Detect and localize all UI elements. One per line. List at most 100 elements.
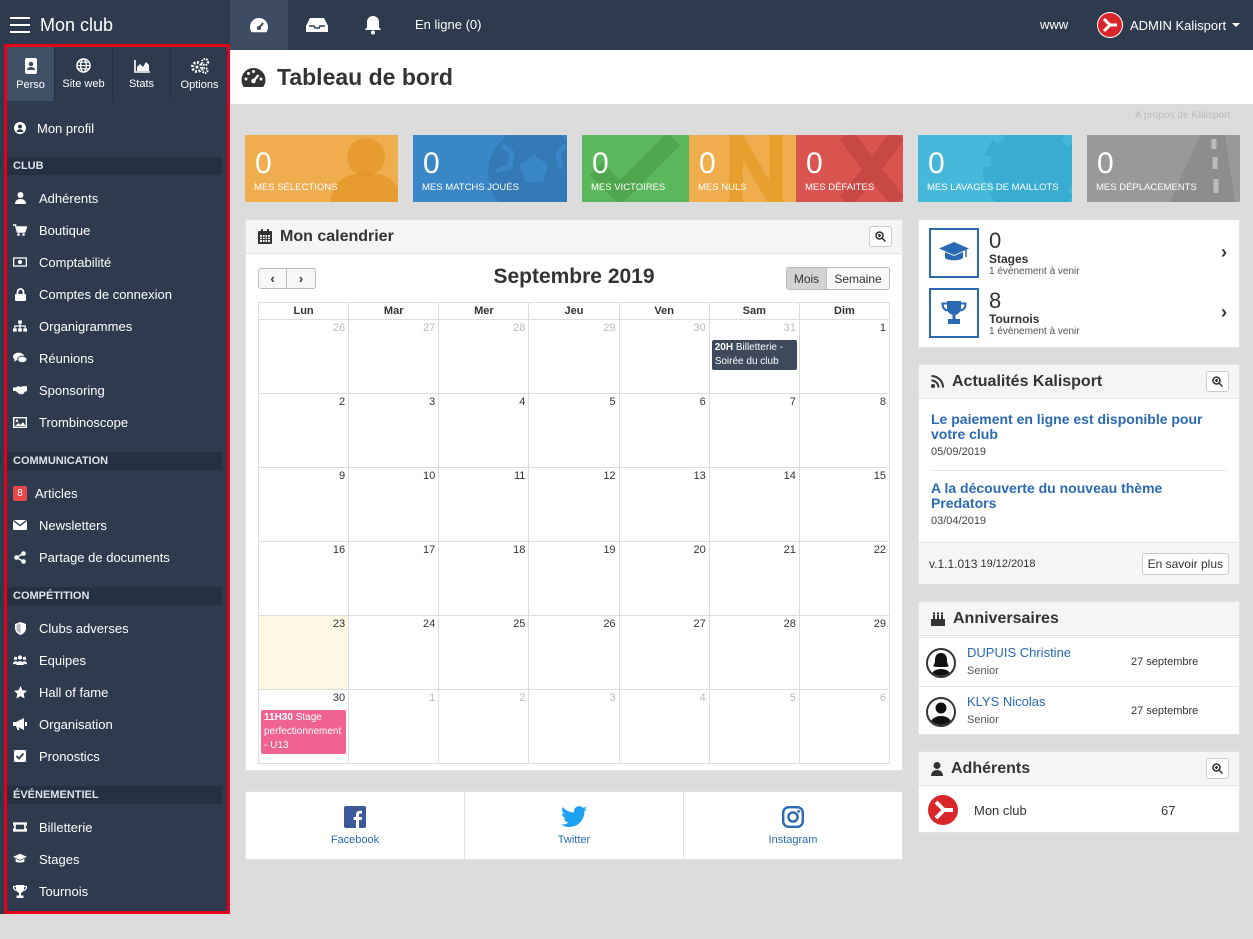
tile-defaites[interactable]: 0 MES DÉFAITES xyxy=(796,135,903,202)
calendar-day[interactable]: 28 xyxy=(438,319,530,394)
calendar-day[interactable]: 26 xyxy=(528,615,620,690)
sidebar-item-reunions[interactable]: Réunions xyxy=(13,348,94,368)
tab-options[interactable]: Options xyxy=(171,47,229,101)
more-button[interactable]: En savoir plus xyxy=(1141,553,1229,575)
www-link[interactable]: www xyxy=(1040,17,1068,32)
sidebar-item-billetterie[interactable]: Billetterie xyxy=(13,817,92,837)
bell-icon[interactable] xyxy=(344,0,402,50)
calendar-day[interactable]: 30 11H30 Stage perfectionnement - U13 xyxy=(257,689,350,764)
calendar-day[interactable]: 18 xyxy=(438,541,530,616)
calendar-day[interactable]: 1 xyxy=(348,689,440,764)
calendar-day[interactable]: 27 xyxy=(618,615,710,690)
calendar-day[interactable]: 16 xyxy=(257,541,350,616)
tournois-summary[interactable]: 8 Tournois 1 évènement à venir xyxy=(929,288,1080,338)
calendar-day[interactable]: 9 xyxy=(257,467,350,542)
calendar-day[interactable]: 22 xyxy=(798,541,891,616)
sidebar-item-organisation[interactable]: Organisation xyxy=(13,714,113,734)
calendar-day[interactable]: 29 xyxy=(798,615,891,690)
sidebar-item-hall-of-fame[interactable]: Hall of fame xyxy=(13,682,108,702)
tab-stats[interactable]: Stats xyxy=(113,47,171,101)
sidebar-item-sponsoring[interactable]: Sponsoring xyxy=(13,380,105,400)
sidebar-item-boutique[interactable]: Boutique xyxy=(13,220,90,240)
sidebar-item-partage[interactable]: Partage de documents xyxy=(13,547,170,567)
calendar-day[interactable]: 6 xyxy=(798,689,891,764)
calendar-day[interactable]: 30 xyxy=(618,319,710,394)
calendar-day[interactable]: 6 xyxy=(618,393,710,468)
twitter-link[interactable]: Twitter xyxy=(465,792,684,859)
calendar-day[interactable]: 14 xyxy=(708,467,800,542)
calendar-day-today[interactable]: 23 xyxy=(257,615,350,690)
tab-site-web[interactable]: Site web xyxy=(55,47,113,101)
calendar-day[interactable]: 29 xyxy=(528,319,620,394)
calendar-day[interactable]: 26 xyxy=(257,319,350,394)
inbox-icon[interactable] xyxy=(288,0,346,50)
zoom-button[interactable] xyxy=(1206,758,1229,779)
zoom-button[interactable] xyxy=(869,226,892,247)
calendar-event-stage[interactable]: 11H30 Stage perfectionnement - U13 xyxy=(261,710,347,754)
members-club[interactable]: Mon club xyxy=(974,803,1027,818)
calendar-day[interactable]: 3 xyxy=(528,689,620,764)
calendar-day[interactable]: 12 xyxy=(528,467,620,542)
stages-summary[interactable]: 0 Stages 1 évènement à venir xyxy=(929,228,1080,278)
sidebar-item-organigrammes[interactable]: Organigrammes xyxy=(13,316,132,336)
tile-lavages[interactable]: 0 MES LAVAGES DE MAILLOTS xyxy=(918,135,1072,202)
calendar-day[interactable]: 4 xyxy=(438,393,530,468)
sidebar-item-pronostics[interactable]: Pronostics xyxy=(13,746,100,766)
sidebar-item-comptabilite[interactable]: Comptabilité xyxy=(13,252,111,272)
tab-perso[interactable]: Perso xyxy=(7,47,55,101)
calendar-day[interactable]: 28 xyxy=(708,615,800,690)
instagram-link[interactable]: Instagram xyxy=(684,792,902,859)
about-link[interactable]: A propos de Kalisport xyxy=(1135,110,1230,121)
calendar-day[interactable]: 15 xyxy=(798,467,891,542)
sidebar-item-comptes[interactable]: Comptes de connexion xyxy=(13,284,172,304)
calendar-day[interactable]: 2 xyxy=(438,689,530,764)
tile-victoires[interactable]: 0 MES VICTOIRES xyxy=(582,135,690,202)
calendar-day[interactable]: 8 xyxy=(798,393,891,468)
sidebar-item-newsletters[interactable]: Newsletters xyxy=(13,515,107,535)
menu-icon[interactable] xyxy=(10,17,30,33)
calendar-day[interactable]: 31 20H Billetterie - Soirée du club xyxy=(708,319,800,394)
calendar-day[interactable]: 25 xyxy=(438,615,530,690)
user-menu[interactable]: ADMIN Kalisport xyxy=(1097,11,1241,39)
calendar-day[interactable]: 4 xyxy=(618,689,710,764)
sidebar-item-clubs-adverses[interactable]: Clubs adverses xyxy=(13,618,129,638)
calendar-day[interactable]: 3 xyxy=(348,393,440,468)
calendar-day[interactable]: 27 xyxy=(348,319,440,394)
calendar-day[interactable]: 21 xyxy=(708,541,800,616)
birthday-name[interactable]: KLYS Nicolas xyxy=(967,694,1046,709)
view-week-button[interactable]: Semaine xyxy=(827,267,890,290)
calendar-day[interactable]: 24 xyxy=(348,615,440,690)
chevron-right-icon[interactable]: › xyxy=(1221,302,1227,323)
news-link[interactable]: Le paiement en ligne est disponible pour… xyxy=(931,412,1227,442)
sidebar-item-stages[interactable]: Stages xyxy=(13,849,79,869)
sidebar-item-profile[interactable]: Mon profil xyxy=(13,118,94,138)
sidebar-item-tournois[interactable]: Tournois xyxy=(13,881,88,901)
calendar-day[interactable]: 19 xyxy=(528,541,620,616)
calendar-day[interactable]: 7 xyxy=(708,393,800,468)
facebook-link[interactable]: Facebook xyxy=(246,792,465,859)
tile-deplacements[interactable]: 0 MES DÉPLACEMENTS xyxy=(1087,135,1240,202)
sidebar-item-trombinoscope[interactable]: Trombinoscope xyxy=(13,412,128,432)
zoom-button[interactable] xyxy=(1206,371,1229,392)
sidebar-item-equipes[interactable]: Equipes xyxy=(13,650,86,670)
calendar-event-billetterie[interactable]: 20H Billetterie - Soirée du club xyxy=(711,340,797,370)
chevron-right-icon[interactable]: › xyxy=(1221,242,1227,263)
birthday-name[interactable]: DUPUIS Christine xyxy=(967,645,1071,660)
calendar-day[interactable]: 11 xyxy=(438,467,530,542)
online-status[interactable]: En ligne (0) xyxy=(415,17,481,32)
dashboard-icon[interactable] xyxy=(230,0,288,50)
tile-nuls[interactable]: 0 MES NULS xyxy=(689,135,797,202)
news-link[interactable]: A la découverte du nouveau thème Predato… xyxy=(931,481,1227,511)
calendar-day[interactable]: 1 xyxy=(798,319,891,394)
view-month-button[interactable]: Mois xyxy=(786,267,827,290)
sidebar-item-articles[interactable]: 8 Articles xyxy=(13,483,78,503)
calendar-day[interactable]: 20 xyxy=(618,541,710,616)
calendar-day[interactable]: 5 xyxy=(528,393,620,468)
calendar-day[interactable]: 2 xyxy=(257,393,350,468)
calendar-day[interactable]: 5 xyxy=(708,689,800,764)
sidebar-item-adherents[interactable]: Adhérents xyxy=(13,188,98,208)
calendar-day[interactable]: 10 xyxy=(348,467,440,542)
tile-selections[interactable]: 0 MES SÉLECTIONS xyxy=(245,135,398,202)
tile-matchs[interactable]: 0 MES MATCHS JOUÉS xyxy=(413,135,567,202)
calendar-day[interactable]: 17 xyxy=(348,541,440,616)
